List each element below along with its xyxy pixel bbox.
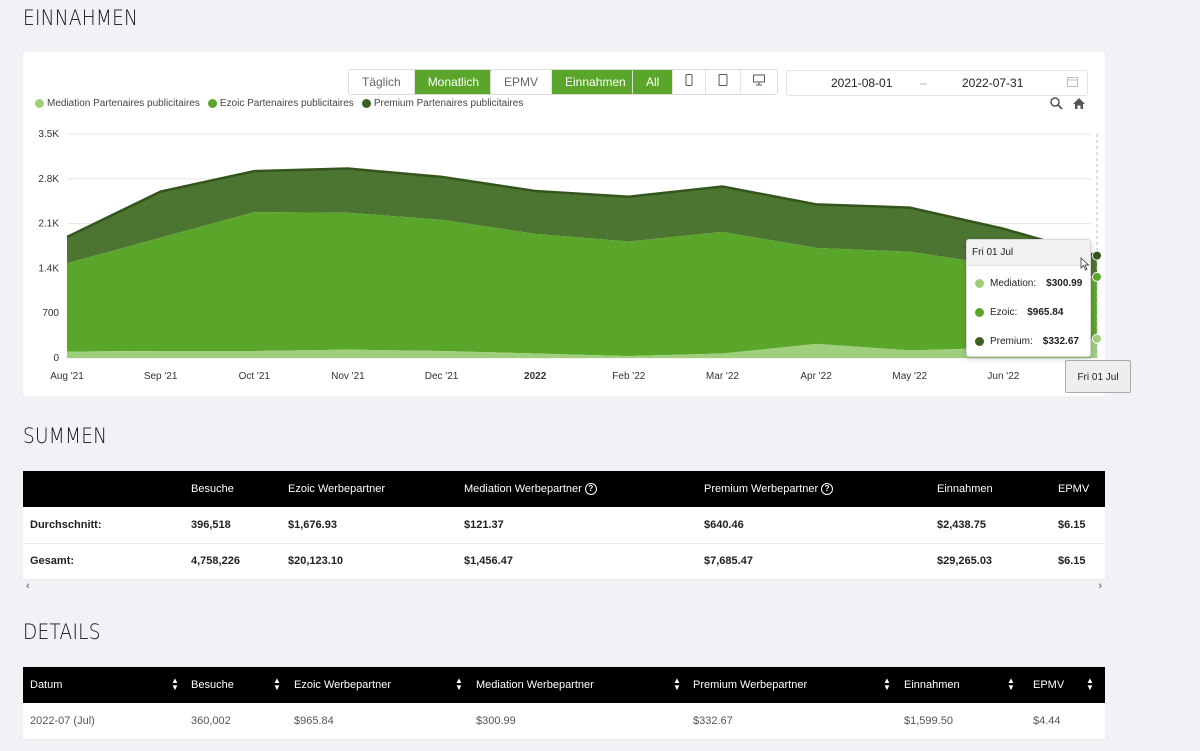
tooltip-row-ezoic: Ezoic: $965.84 — [975, 307, 1063, 318]
help-icon[interactable]: ? — [584, 483, 597, 496]
details-cell: $332.67 — [687, 703, 898, 740]
x-tick-label: Sep '21 — [144, 371, 178, 382]
summen-header-premium: Premium Werbepartner? — [704, 471, 937, 507]
summen-cell: $6.15 — [1058, 543, 1105, 580]
x-tick-label: Mar '22 — [706, 371, 739, 382]
summen-cell: $1,676.93 — [288, 507, 464, 544]
details-header-mediation[interactable]: Mediation Werbepartner ▲ ▼ — [470, 667, 687, 703]
sort-icon[interactable]: ▲ ▼ — [273, 677, 281, 692]
tooltip-row-mediation: Mediation: $300.99 — [975, 278, 1082, 289]
summen-cell: Gesamt: — [23, 543, 191, 580]
summen-cell: $1,456.47 — [464, 543, 704, 580]
y-tick-label: 2.1K — [38, 219, 59, 230]
details-header-premium[interactable]: Premium Werbepartner ▲ ▼ — [687, 667, 898, 703]
y-tick-label: 3.5K — [38, 129, 59, 140]
summen-cell: $20,123.10 — [288, 543, 464, 580]
summen-cell: Durchschnitt: — [23, 507, 191, 544]
summen-cell: $2,438.75 — [937, 507, 1058, 544]
x-axis-crosshair-label: Fri 01 Jul — [1065, 360, 1131, 393]
tooltip-title: Fri 01 Jul — [967, 240, 1090, 266]
summen-header-empty — [23, 471, 191, 507]
sort-icon[interactable]: ▲ ▼ — [673, 677, 681, 692]
tooltip-label: Mediation: — [990, 278, 1037, 289]
summen-cell: $121.37 — [464, 507, 704, 544]
help-icon[interactable]: ? — [821, 483, 834, 496]
summen-table: Besuche Ezoic Werbepartner Mediation Wer… — [23, 471, 1105, 580]
section-title-einnahmen: EINNAHMEN — [23, 6, 139, 30]
summen-header-row: Besuche Ezoic Werbepartner Mediation Wer… — [23, 471, 1105, 507]
x-tick-label: Apr '22 — [800, 371, 832, 382]
mouse-cursor-icon — [1080, 257, 1090, 276]
section-title-summen: SUMMEN — [23, 424, 108, 448]
x-tick-label: Dec '21 — [425, 371, 459, 382]
x-tick-label: Oct '21 — [239, 371, 271, 382]
x-tick-label: Nov '21 — [331, 371, 365, 382]
summen-cell: $6.15 — [1058, 507, 1105, 544]
x-tick-label: 2022 — [524, 371, 547, 382]
y-tick-label: 700 — [42, 308, 59, 319]
x-tick-label: Feb '22 — [612, 371, 645, 382]
details-header-besuche[interactable]: Besuche ▲ ▼ — [185, 667, 288, 703]
summen-cell: 4,758,226 — [191, 543, 288, 580]
y-tick-label: 0 — [53, 353, 59, 364]
tooltip-value: $300.99 — [1046, 278, 1083, 289]
details-header-einnahmen[interactable]: Einnahmen ▲ ▼ — [898, 667, 1022, 703]
details-cell: $1,599.50 — [898, 703, 1022, 740]
summen-cell: 396,518 — [191, 507, 288, 544]
scroll-right-icon[interactable]: › — [1098, 580, 1102, 592]
y-tick-label: 2.8K — [38, 174, 59, 185]
summen-cell: $7,685.47 — [704, 543, 937, 580]
summen-header-mediation: Mediation Werbepartner? — [464, 471, 704, 507]
data-point-mediation — [1092, 333, 1102, 344]
revenue-chart-card: Täglich Monatlich EPMV Einnahmen All 202… — [23, 52, 1131, 396]
details-header-row: Datum ▲ ▼ Besuche ▲ ▼ Ezoic Werbepartner ▲ ▼ M… — [23, 667, 1105, 703]
details-cell: 360,002 — [185, 703, 288, 740]
tooltip-dot — [975, 337, 984, 346]
y-tick-label: 1.4K — [38, 263, 59, 274]
summen-cell: $29,265.03 — [937, 543, 1058, 580]
tooltip-dot — [975, 279, 984, 288]
revenue-area-chart[interactable]: 3.5K 2.8K 2.1K 1.4K 700 0 Aug '21 Sep '21 Oct '2… — [23, 52, 1105, 396]
horizontal-scrollbar[interactable]: ‹ › — [23, 580, 1105, 592]
details-header-datum[interactable]: Datum ▲ ▼ — [23, 667, 185, 703]
x-tick-label: Jun '22 — [987, 371, 1019, 382]
table-row: Durchschnitt: 396,518 $1,676.93 $121.37 … — [23, 507, 1105, 544]
section-title-details: DETAILS — [23, 620, 101, 644]
summen-header-einnahmen: Einnahmen — [937, 483, 993, 495]
tooltip-label: Premium: — [990, 336, 1033, 347]
details-header-ezoic[interactable]: Ezoic Werbepartner ▲ ▼ — [288, 667, 470, 703]
data-point-ezoic — [1092, 271, 1102, 282]
x-tick-label: May '22 — [892, 371, 927, 382]
summen-header-epmv: EPMV — [1058, 483, 1090, 495]
scroll-left-icon[interactable]: ‹ — [26, 580, 30, 592]
summen-header-ezoic: Ezoic Werbepartner — [288, 483, 386, 495]
x-tick-label: Aug '21 — [50, 371, 84, 382]
details-cell: $300.99 — [470, 703, 687, 740]
sort-icon[interactable]: ▲ ▼ — [171, 677, 179, 692]
data-point-premium — [1092, 250, 1102, 261]
sort-icon[interactable]: ▲ ▼ — [883, 677, 891, 692]
sort-icon[interactable]: ▲ ▼ — [1086, 677, 1094, 692]
chart-tooltip: Fri 01 Jul Mediation: $300.99 Ezoic: $965.… — [966, 239, 1091, 357]
sort-icon[interactable]: ▲ ▼ — [1007, 677, 1015, 692]
details-cell: $4.44 — [1022, 703, 1105, 740]
tooltip-dot — [975, 308, 984, 317]
sort-icon[interactable]: ▲ ▼ — [455, 677, 463, 692]
summen-header-besuche: Besuche — [191, 483, 234, 495]
tooltip-value: $332.67 — [1042, 336, 1079, 347]
table-row: 2022-07 (Jul) 360,002 $965.84 $300.99 $3… — [23, 703, 1105, 740]
details-header-epmv[interactable]: EPMV ▲ ▼ — [1022, 667, 1105, 703]
tooltip-value: $965.84 — [1027, 307, 1064, 318]
summen-cell: $640.46 — [704, 507, 937, 544]
details-cell: 2022-07 (Jul) — [23, 703, 185, 740]
details-cell: $965.84 — [288, 703, 470, 740]
table-row: Gesamt: 4,758,226 $20,123.10 $1,456.47 $… — [23, 543, 1105, 580]
tooltip-label: Ezoic: — [990, 307, 1018, 318]
details-table: Datum ▲ ▼ Besuche ▲ ▼ Ezoic Werbepartner ▲ ▼ M… — [23, 667, 1105, 740]
tooltip-row-premium: Premium: $332.67 — [975, 336, 1079, 347]
